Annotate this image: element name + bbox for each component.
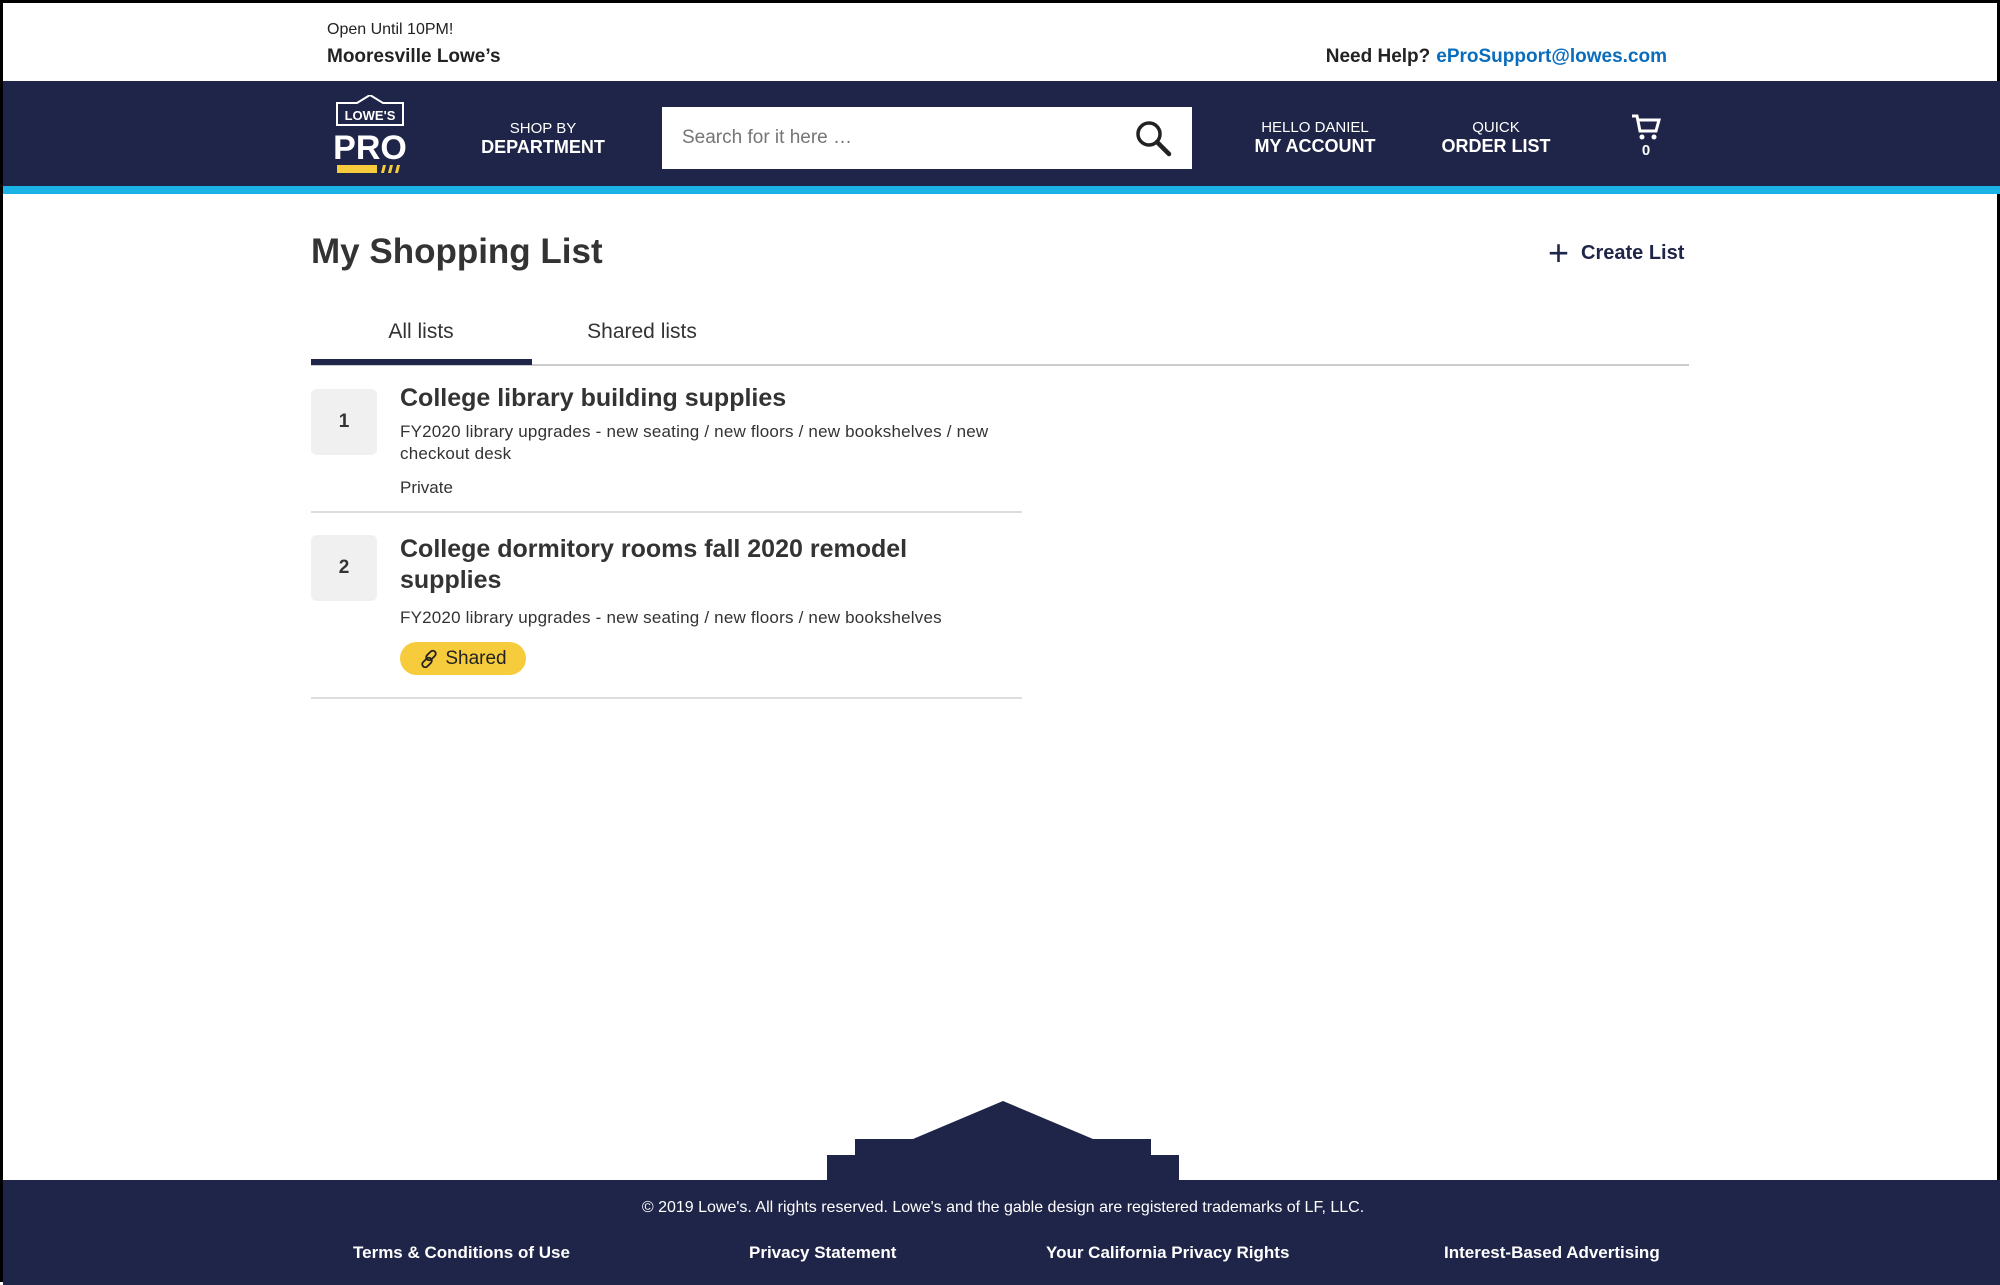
- list-title[interactable]: College dormitory rooms fall 2020 remode…: [400, 534, 960, 596]
- list-number: 1: [311, 389, 377, 455]
- link-icon: [421, 649, 438, 668]
- interest-based-ads-link[interactable]: Interest-Based Advertising: [1444, 1243, 1660, 1263]
- create-list-button[interactable]: + Create List: [1548, 235, 1684, 271]
- california-privacy-link[interactable]: Your California Privacy Rights: [1046, 1243, 1289, 1263]
- shared-label: Shared: [445, 647, 507, 669]
- list-divider: [311, 511, 1022, 513]
- privacy-statement-link[interactable]: Privacy Statement: [749, 1243, 896, 1263]
- svg-text:LOWE'S: LOWE'S: [345, 108, 396, 123]
- store-name[interactable]: Mooresville Lowe’s: [327, 46, 501, 68]
- svg-text:PRO: PRO: [333, 129, 407, 167]
- store-hours: Open Until 10PM!: [327, 21, 454, 38]
- page-title: My Shopping List: [311, 232, 603, 271]
- quick-order-list-button[interactable]: QUICK ORDER LIST: [1416, 119, 1576, 157]
- support-email-link[interactable]: eProSupport@lowes.com: [1436, 46, 1667, 67]
- help-label: Need Help?: [1325, 46, 1431, 67]
- shared-badge: Shared: [400, 642, 526, 675]
- active-tab-indicator: [311, 359, 532, 365]
- list-title[interactable]: College library building supplies: [400, 383, 960, 414]
- cart-button[interactable]: 0: [1621, 113, 1671, 160]
- tab-all-lists[interactable]: All lists: [311, 320, 531, 344]
- search-bar: [662, 107, 1192, 169]
- hello-label: HELLO DANIEL: [1261, 119, 1369, 136]
- list-divider: [311, 697, 1022, 699]
- footer: [3, 1180, 2000, 1285]
- department-label: DEPARTMENT: [481, 137, 605, 158]
- create-list-label: Create List: [1581, 241, 1685, 264]
- cart-icon: [1632, 114, 1661, 140]
- quick-label: QUICK: [1472, 119, 1520, 136]
- shop-by-department-button[interactable]: SHOP BY DEPARTMENT: [473, 120, 613, 158]
- nav-stripe: [3, 186, 2000, 194]
- tab-shared-lists[interactable]: Shared lists: [532, 320, 752, 344]
- search-icon[interactable]: [1134, 119, 1172, 157]
- list-description: FY2020 library upgrades - new seating / …: [400, 608, 942, 627]
- plus-icon: +: [1548, 232, 1570, 273]
- search-input[interactable]: [682, 127, 1134, 149]
- list-status: Private: [400, 478, 453, 497]
- order-list-label: ORDER LIST: [1441, 136, 1551, 157]
- lowes-pro-logo[interactable]: LOWE'S PRO: [333, 95, 407, 175]
- shop-by-label: SHOP BY: [509, 120, 577, 137]
- cart-count: 0: [1641, 142, 1651, 160]
- my-account-label: MY ACCOUNT: [1254, 136, 1376, 157]
- help: Need Help? eProSupport@lowes.com: [1326, 46, 1667, 68]
- my-account-button[interactable]: HELLO DANIEL MY ACCOUNT: [1235, 119, 1395, 157]
- list-number: 2: [311, 535, 377, 601]
- copyright: © 2019 Lowe's. All rights reserved. Lowe…: [641, 1199, 1365, 1216]
- list-description: FY2020 library upgrades - new seating / …: [400, 422, 989, 463]
- gable-icon: [827, 1101, 1179, 1183]
- terms-link[interactable]: Terms & Conditions of Use: [353, 1243, 570, 1263]
